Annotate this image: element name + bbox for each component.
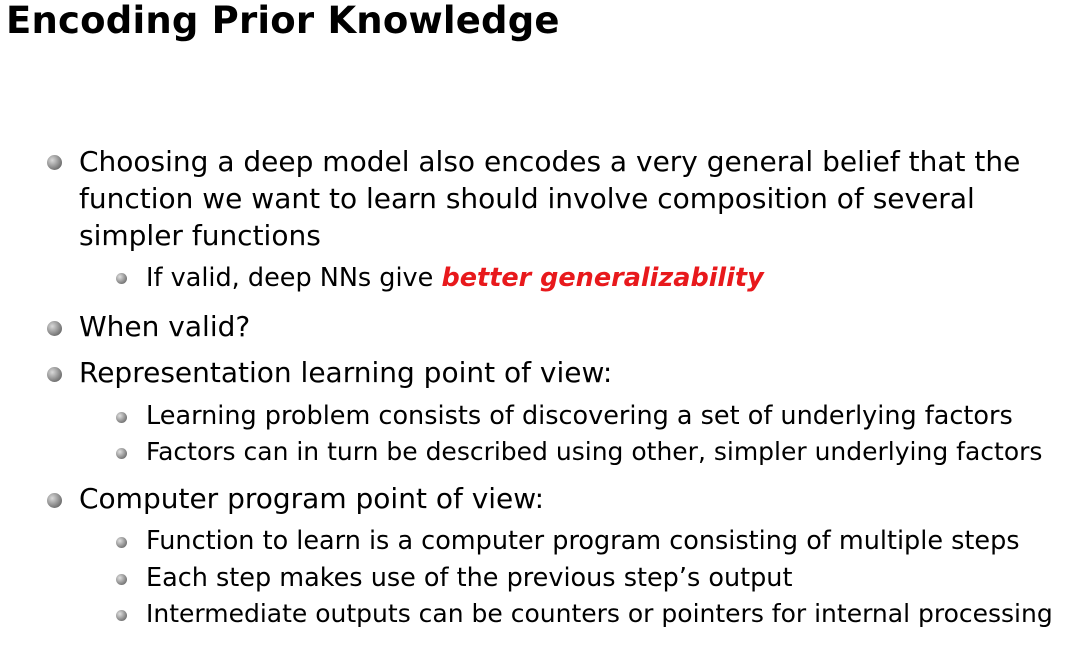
sub-bullet-marker-icon [116,574,127,585]
bullet-1-line-3: simpler functions [79,219,321,252]
bullet-marker-icon [47,155,62,170]
bullet-4-line-1: Computer program point of view: [79,482,545,515]
slide-title: Encoding Prior Knowledge [6,0,560,42]
bullet-3-sub-2: Factors can in turn be described using o… [146,437,1043,466]
bullet-1-line-2: function we want to learn should involve… [79,182,975,215]
bullet-marker-icon [47,321,62,336]
bullet-4-sub-2: Each step makes use of the previous step… [146,563,793,593]
bullet-1-sub-1: If valid, deep NNs give better generaliz… [146,262,764,294]
emphasis-text: better generalizability [441,263,764,293]
bullet-2-line-1: When valid? [79,310,251,343]
sub-bullet-text: If valid, deep NNs give [146,263,442,293]
bullet-4-sub-1: Function to learn is a computer program … [146,526,1020,556]
bullet-marker-icon [47,367,62,382]
sub-bullet-marker-icon [116,412,127,423]
bullet-marker-icon [47,493,62,508]
bullet-1-line-1: Choosing a deep model also encodes a ver… [79,145,1021,178]
sub-bullet-marker-icon [116,273,127,284]
sub-bullet-marker-icon [116,610,127,621]
bullet-4-sub-3: Intermediate outputs can be counters or … [146,599,1053,628]
sub-bullet-marker-icon [116,537,127,548]
bullet-3-line-1: Representation learning point of view: [79,356,613,389]
slide: Encoding Prior Knowledge Choosing a deep… [0,0,1066,646]
sub-bullet-marker-icon [116,448,127,459]
bullet-3-sub-1: Learning problem consists of discovering… [146,401,1013,431]
